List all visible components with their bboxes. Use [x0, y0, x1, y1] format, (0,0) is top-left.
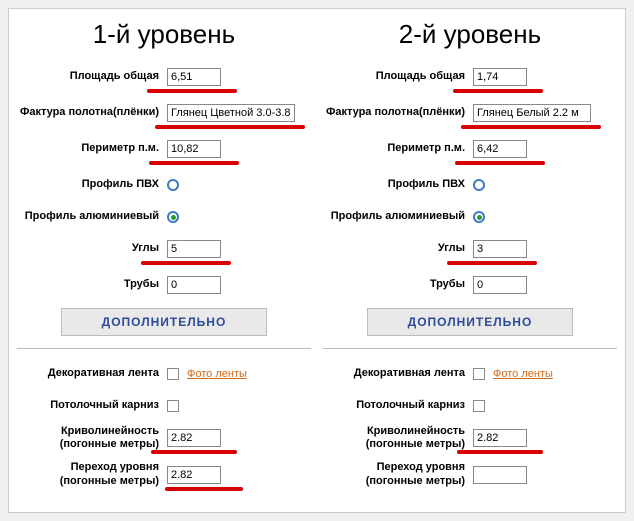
- input-pipes[interactable]: [167, 276, 221, 294]
- input-film-texture[interactable]: [473, 104, 591, 122]
- input-curvature[interactable]: [473, 429, 527, 447]
- label-corners: Углы: [323, 242, 473, 255]
- link-photo-tape[interactable]: Фото ленты: [187, 368, 247, 380]
- label-cornice: Потолочный карниз: [323, 399, 473, 412]
- checkbox-deco-tape[interactable]: [167, 368, 179, 380]
- panel-title: 1-й уровень: [17, 19, 311, 50]
- label-profile-pvc: Профиль ПВХ: [17, 178, 167, 191]
- label-area-total: Площадь общая: [323, 70, 473, 83]
- label-film-texture: Фактура полотна(плёнки): [17, 106, 167, 119]
- label-curvature: Криволинейность (погонные метры): [323, 425, 473, 451]
- panel-level-1: 1-й уровень Площадь общая Фактура полотн…: [17, 19, 311, 498]
- panel-title: 2-й уровень: [323, 19, 617, 50]
- link-photo-tape[interactable]: Фото ленты: [493, 368, 553, 380]
- checkbox-cornice[interactable]: [473, 400, 485, 412]
- label-curvature: Криволинейность (погонные метры): [17, 425, 167, 451]
- input-perimeter[interactable]: [473, 140, 527, 158]
- input-corners[interactable]: [167, 240, 221, 258]
- radio-profile-pvc[interactable]: [473, 179, 485, 191]
- label-profile-alu: Профиль алюминиевый: [17, 210, 167, 223]
- input-film-texture[interactable]: [167, 104, 295, 122]
- button-more[interactable]: ДОПОЛНИТЕЛЬНО: [61, 308, 268, 336]
- label-profile-pvc: Профиль ПВХ: [323, 178, 473, 191]
- button-more[interactable]: ДОПОЛНИТЕЛЬНО: [367, 308, 574, 336]
- label-area-total: Площадь общая: [17, 70, 167, 83]
- label-deco-tape: Декоративная лента: [17, 367, 167, 380]
- input-area-total[interactable]: [167, 68, 221, 86]
- input-perimeter[interactable]: [167, 140, 221, 158]
- label-perimeter: Периметр п.м.: [17, 142, 167, 155]
- divider: [323, 348, 617, 349]
- label-profile-alu: Профиль алюминиевый: [323, 210, 473, 223]
- form-container: 1-й уровень Площадь общая Фактура полотн…: [8, 8, 626, 513]
- radio-profile-alu[interactable]: [473, 211, 485, 223]
- label-pipes: Трубы: [17, 278, 167, 291]
- radio-profile-alu[interactable]: [167, 211, 179, 223]
- label-cornice: Потолочный карниз: [17, 399, 167, 412]
- label-pipes: Трубы: [323, 278, 473, 291]
- input-corners[interactable]: [473, 240, 527, 258]
- input-curvature[interactable]: [167, 429, 221, 447]
- input-level-transition[interactable]: [473, 466, 527, 484]
- divider: [17, 348, 311, 349]
- label-film-texture: Фактура полотна(плёнки): [323, 106, 473, 119]
- label-deco-tape: Декоративная лента: [323, 367, 473, 380]
- label-corners: Углы: [17, 242, 167, 255]
- input-pipes[interactable]: [473, 276, 527, 294]
- input-area-total[interactable]: [473, 68, 527, 86]
- checkbox-cornice[interactable]: [167, 400, 179, 412]
- input-level-transition[interactable]: [167, 466, 221, 484]
- panel-level-2: 2-й уровень Площадь общая Фактура полотн…: [323, 19, 617, 498]
- label-perimeter: Периметр п.м.: [323, 142, 473, 155]
- radio-profile-pvc[interactable]: [167, 179, 179, 191]
- label-level-transition: Переход уровня (погонные метры): [323, 461, 473, 487]
- label-level-transition: Переход уровня (погонные метры): [17, 461, 167, 487]
- checkbox-deco-tape[interactable]: [473, 368, 485, 380]
